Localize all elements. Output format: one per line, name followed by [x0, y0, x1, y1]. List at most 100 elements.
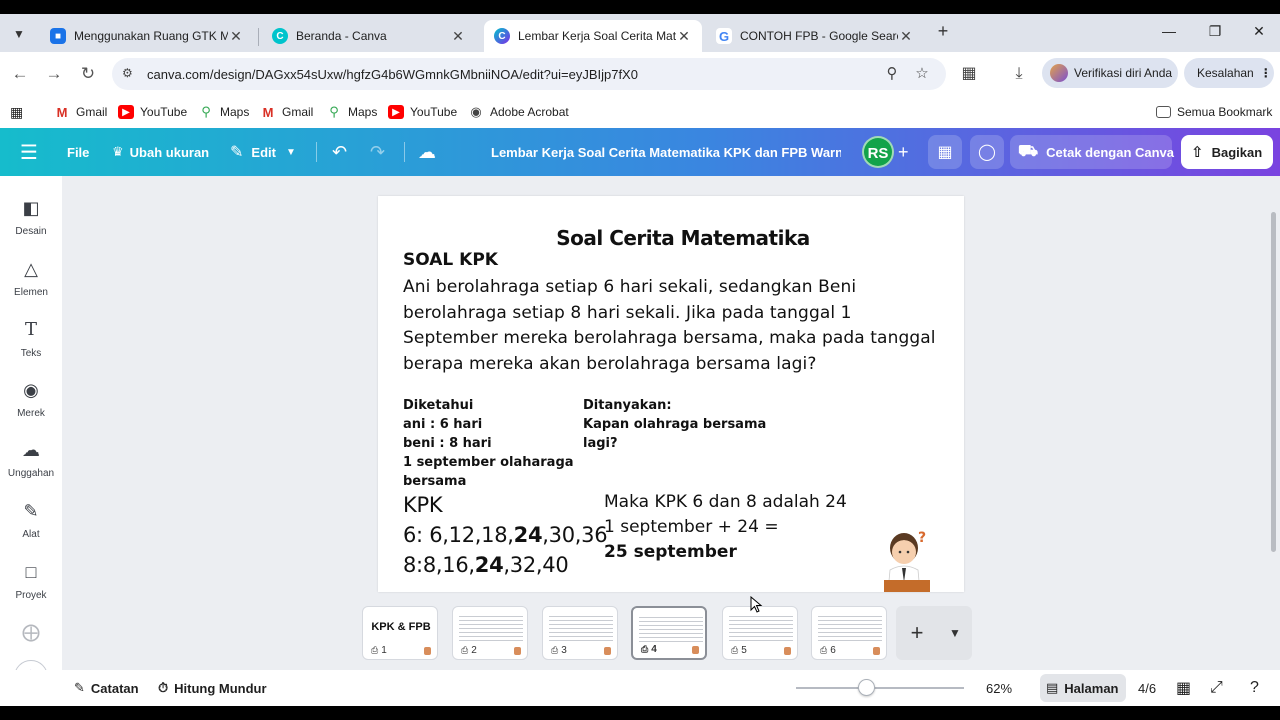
back-arrow-icon[interactable]: ←	[8, 62, 32, 86]
timer-icon: ⏱	[158, 680, 169, 695]
apps-grid-icon[interactable]: ▦	[10, 102, 23, 122]
side-item-brand[interactable]: ◉ Merek	[0, 378, 62, 430]
bookmark-star-icon[interactable]: ☆	[912, 64, 932, 84]
close-tab-icon[interactable]: ✕	[898, 28, 914, 45]
all-bookmarks-label: Semua Bookmark	[1177, 105, 1273, 119]
close-tab-icon[interactable]: ✕	[676, 28, 692, 45]
gmail-icon: M	[56, 104, 68, 120]
add-page-plus-icon[interactable]: +	[896, 606, 938, 660]
maps-icon: ⚲	[329, 104, 339, 119]
bookmark-maps[interactable]: ⚲ Maps	[326, 102, 377, 122]
forward-arrow-icon[interactable]: →	[42, 62, 66, 86]
acrobat-icon: ◉	[470, 104, 482, 119]
vertical-scrollbar[interactable]	[1271, 212, 1276, 552]
grid-view-icon[interactable]: ▦	[1176, 670, 1191, 706]
tab-canva-home[interactable]: C Beranda - Canva ✕	[262, 20, 476, 52]
extensions-icon[interactable]: ▦	[958, 63, 980, 85]
kpk-multiples-block[interactable]: KPK 6: 6,12,18,24,30,36 8:8,16,24,32,40	[403, 490, 608, 580]
tab-google-search[interactable]: G CONTOH FPB - Google Search ✕	[706, 20, 924, 52]
answer-line: 1 september + 24 =	[604, 517, 779, 537]
side-item-text[interactable]: T Teks	[0, 318, 62, 370]
word-problem-text[interactable]: Ani berolahraga setiap 6 hari sekali, se…	[403, 275, 948, 377]
bookmark-label: YouTube	[410, 105, 458, 119]
pages-view-button[interactable]: ▤ Halaman	[1040, 674, 1126, 702]
print-with-canva-button[interactable]: ⛟ Cetak dengan Canva	[1010, 135, 1175, 169]
section-title[interactable]: SOAL KPK	[403, 250, 498, 270]
bookmark-gmail[interactable]: M Gmail	[54, 102, 108, 122]
zoom-slider-track[interactable]	[796, 687, 964, 689]
side-item-elements[interactable]: △ Elemen	[0, 257, 62, 309]
document-title[interactable]: Lembar Kerja Soal Cerita Matematika KPK …	[491, 128, 841, 176]
close-tab-icon[interactable]: ✕	[228, 28, 244, 45]
tab-canva-design[interactable]: C Lembar Kerja Soal Cerita Matem ✕	[484, 20, 702, 52]
collaborator-avatar[interactable]: RS	[862, 136, 894, 168]
side-item-tools[interactable]: ✎ Alat	[0, 499, 62, 551]
insights-chart-icon[interactable]: ▦	[928, 135, 962, 169]
thinking-student-illustration[interactable]: ?	[880, 528, 934, 592]
restore-icon[interactable]: ❐	[1200, 20, 1230, 42]
bookmark-youtube[interactable]: ▶ YouTube	[388, 102, 457, 122]
page-thumbnail[interactable]: ⎙ 6	[811, 606, 887, 660]
thumbnail-number: ⎙ 4	[641, 644, 657, 655]
print-label: Cetak dengan Canva	[1046, 144, 1175, 160]
site-info-icon[interactable]: ⚙	[122, 66, 138, 82]
cloud-saved-icon[interactable]: ☁	[418, 128, 436, 176]
page-counter[interactable]: 4/6	[1138, 670, 1156, 706]
address-bar[interactable]: ⚙ canva.com/design/DAGxx54sUxw/hgfzG4b6W…	[112, 58, 946, 90]
file-menu[interactable]: File	[67, 128, 89, 176]
known-line: ani : 6 hari	[403, 417, 483, 432]
verify-profile-chip[interactable]: Verifikasi diri Anda	[1042, 58, 1178, 88]
fullscreen-icon[interactable]: ⤢	[1210, 670, 1223, 706]
add-collaborator-plus-icon[interactable]: +	[898, 128, 909, 176]
bookmark-maps[interactable]: ⚲ Maps	[198, 102, 249, 122]
tab-search-chevron-icon[interactable]: ▼	[8, 23, 30, 45]
side-item-projects[interactable]: □ Proyek	[0, 560, 62, 612]
close-window-icon[interactable]: ✕	[1244, 20, 1274, 42]
notes-button[interactable]: ✎ Catatan	[74, 670, 139, 706]
chevron-down-icon[interactable]: ▼	[938, 606, 972, 660]
edit-mode-button[interactable]: ✎ Edit ▼	[230, 128, 296, 176]
download-icon[interactable]: ⤓	[1008, 63, 1030, 85]
page-thumbnail[interactable]: ⎙ 2	[452, 606, 528, 660]
zoom-slider-handle[interactable]	[858, 679, 876, 696]
side-item-apps[interactable]: ⨁	[0, 620, 62, 644]
page-thumbnail[interactable]: ⎙ 3	[542, 606, 618, 660]
bookmark-adobe-acrobat[interactable]: ◉ Adobe Acrobat	[468, 102, 568, 122]
zoom-level[interactable]: 62%	[986, 670, 1012, 706]
tab-title: Lembar Kerja Soal Cerita Matem	[518, 29, 676, 43]
page-number: 5	[741, 645, 747, 656]
page-thumbnail-active[interactable]: ⎙ 4	[631, 606, 707, 660]
help-icon[interactable]: ?	[1250, 670, 1259, 706]
share-button[interactable]: ⇧ Bagikan	[1181, 135, 1273, 169]
bookmark-gmail[interactable]: M Gmail	[260, 102, 314, 122]
page-thumbnail[interactable]: KPK & FPB ⎙ 1	[362, 606, 438, 660]
side-item-uploads[interactable]: ☁ Unggahan	[0, 438, 62, 490]
zoom-magnifier-icon[interactable]: ⚲	[882, 64, 902, 84]
timer-button[interactable]: ⏱ Hitung Mundur	[158, 670, 267, 706]
design-page[interactable]: Soal Cerita Matematika SOAL KPK Ani bero…	[378, 196, 964, 592]
tab-ruang-gtk[interactable]: ■ Menggunakan Ruang GTK Mela ✕	[40, 20, 254, 52]
undo-icon[interactable]: ↶	[332, 128, 347, 176]
bookmark-youtube[interactable]: ▶ YouTube	[118, 102, 187, 122]
page-title[interactable]: Soal Cerita Matematika	[378, 226, 964, 250]
side-item-design[interactable]: ◧ Desain	[0, 196, 62, 248]
notes-label: Catatan	[90, 680, 139, 696]
thumbnail-number: ⎙ 3	[551, 645, 567, 656]
new-tab-plus-icon[interactable]: +	[932, 20, 954, 42]
header-divider	[404, 142, 405, 162]
redo-icon[interactable]: ↷	[370, 128, 385, 176]
error-chip[interactable]: Kesalahan ⋮	[1184, 58, 1274, 88]
multiples-of-8: 8:8,16,24,32,40	[403, 550, 607, 580]
minimize-icon[interactable]: —	[1154, 20, 1184, 42]
asked-block[interactable]: Ditanyakan: Kapan olahraga bersama lagi?	[583, 396, 766, 453]
resize-button[interactable]: ♛ Ubah ukuran	[112, 128, 209, 176]
hamburger-menu-icon[interactable]: ☰	[20, 128, 38, 176]
all-bookmarks[interactable]: Semua Bookmark	[1156, 102, 1272, 122]
close-tab-icon[interactable]: ✕	[450, 28, 466, 45]
page-thumbnail[interactable]: ⎙ 5	[722, 606, 798, 660]
reload-icon[interactable]: ↻	[76, 62, 100, 86]
url-text: canva.com/design/DAGxx54sUxw/hgfzG4b6WGm…	[147, 67, 638, 82]
comment-icon[interactable]: ◯	[970, 135, 1004, 169]
known-block[interactable]: Diketahui ani : 6 hari beni : 8 hari 1 s…	[403, 396, 574, 491]
answer-block[interactable]: Maka KPK 6 dan 8 adalah 24 1 september +…	[604, 490, 847, 565]
